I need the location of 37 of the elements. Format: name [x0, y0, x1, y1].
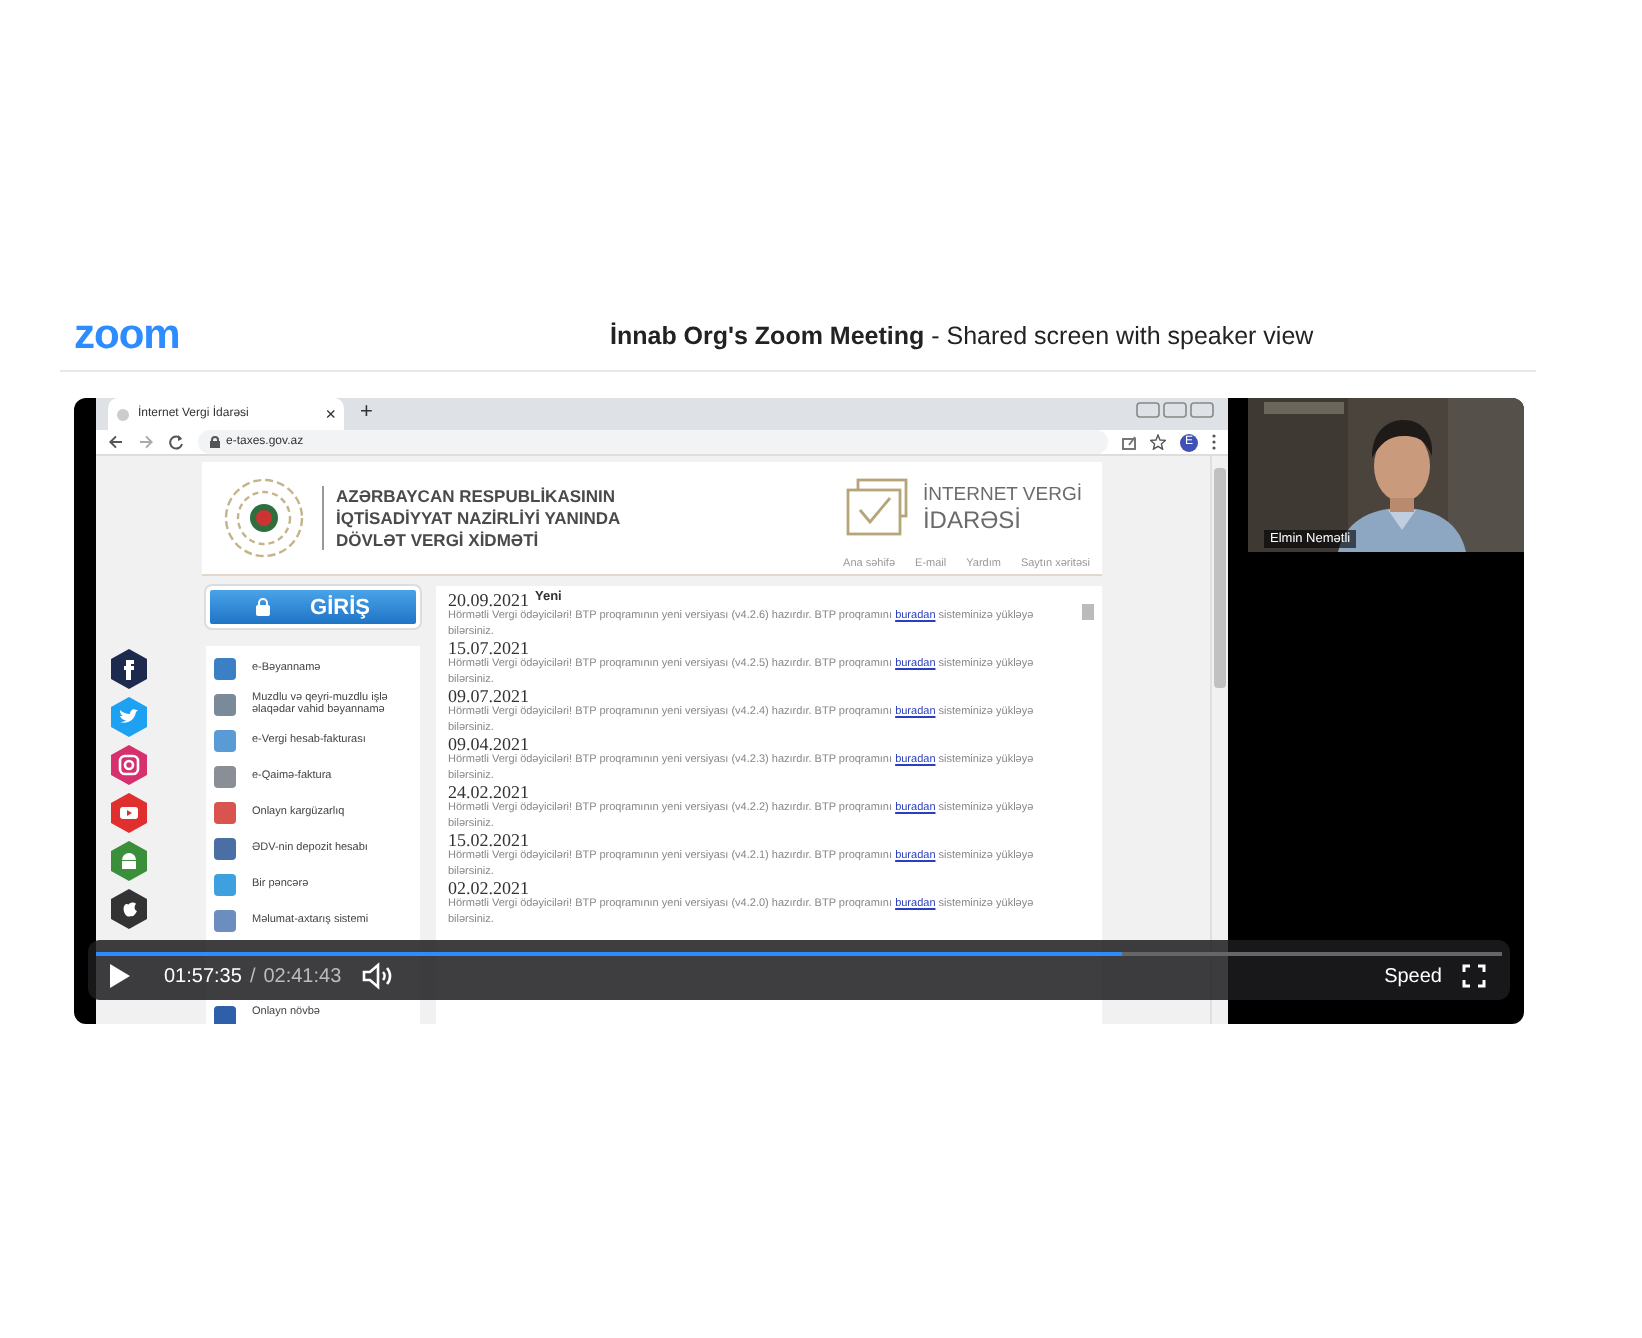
emblem-icon — [222, 476, 306, 560]
share-icon[interactable] — [1122, 435, 1136, 449]
reload-icon[interactable] — [168, 434, 184, 450]
news-date: 20.09.2021 — [448, 592, 529, 610]
new-tab-button[interactable]: + — [360, 402, 373, 424]
fullscreen-button[interactable] — [1462, 964, 1486, 988]
service-title: İDARƏSİ — [922, 505, 1024, 533]
news-date: 15.07.2021 — [448, 640, 529, 658]
speed-button[interactable]: Speed — [1384, 965, 1442, 987]
agency-name-line: AZƏRBAYCAN RESPUBLİKASININ — [336, 486, 618, 506]
meeting-title: İnnab Org's Zoom Meeting - Shared screen with speaker view — [610, 321, 1314, 349]
star-icon[interactable] — [1150, 434, 1166, 450]
news-date: 15.02.2021 — [448, 832, 529, 850]
back-arrow-icon[interactable] — [108, 434, 124, 450]
elapsed-time: 01:57:35 — [164, 965, 242, 987]
login-button[interactable]: GİRİŞ — [206, 586, 420, 628]
check-window-icon — [846, 478, 911, 538]
zoom-logo: zoom — [74, 311, 182, 359]
play-icon[interactable] — [108, 792, 150, 834]
news-date: 24.02.2021 — [448, 784, 529, 802]
camera-icon[interactable] — [108, 744, 150, 786]
news-date: 09.07.2021 — [448, 688, 529, 706]
window-controls-icon[interactable] — [1136, 402, 1216, 418]
agency-name-line: DÖVLƏT VERGİ XİDMƏTİ — [336, 530, 541, 550]
tab-close-button[interactable]: × — [325, 405, 336, 423]
service-title: İNTERNET VERGİ — [922, 483, 1082, 505]
total-duration: 02:41:43 — [263, 965, 342, 987]
play-button[interactable] — [108, 962, 132, 990]
lock-icon — [256, 598, 271, 616]
lock-icon — [210, 436, 220, 448]
agency-name-line: İQTİSADİYYAT NAZİRLİYİ YANINDA — [336, 508, 621, 528]
letter-f-icon[interactable] — [108, 648, 150, 690]
news-date: 09.04.2021 — [448, 736, 529, 754]
news-date: 02.02.2021 — [448, 880, 529, 898]
time-separator: / — [249, 965, 256, 987]
volume-button[interactable] — [361, 962, 394, 990]
globe-icon — [116, 407, 130, 421]
